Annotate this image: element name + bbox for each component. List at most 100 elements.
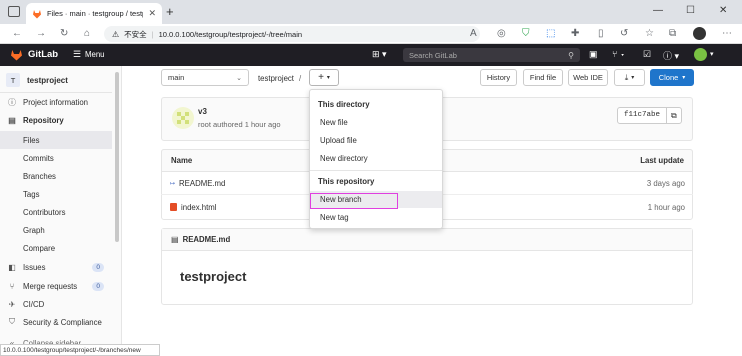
browser-tab[interactable]: Files · main · testgroup / testproj ✕: [26, 3, 162, 24]
sidebar-item-contributors[interactable]: Contributors: [0, 203, 112, 221]
new-file-menu-item[interactable]: New file: [310, 114, 442, 131]
sidebar-item-label: Security & Compliance: [23, 317, 102, 327]
commit-sha[interactable]: f11c7abe: [618, 108, 668, 123]
new-tab-icon[interactable]: +: [166, 4, 174, 19]
sidebar-item-graph[interactable]: Graph: [0, 221, 112, 239]
copy-icon[interactable]: ⧉: [667, 111, 681, 121]
menu-icon[interactable]: ☰: [73, 49, 81, 60]
sidebar-item-ci-cd[interactable]: ✈ CI/CD: [0, 295, 112, 313]
gitlab-logo-icon[interactable]: [10, 49, 23, 61]
refresh-extension-icon[interactable]: ↺: [620, 28, 628, 39]
search-input[interactable]: Search GitLab ⚲: [403, 48, 580, 62]
maximize-icon[interactable]: ☐: [686, 5, 695, 16]
chevron-down-icon: ⌄: [236, 74, 242, 82]
commit-author-avatar[interactable]: [172, 107, 194, 129]
home-icon[interactable]: ⌂: [84, 28, 90, 39]
new-directory-menu-item[interactable]: New directory: [310, 150, 442, 167]
more-icon[interactable]: ⋯: [722, 28, 732, 39]
rocket-icon: ✈: [8, 299, 16, 309]
breadcrumb-project[interactable]: testproject: [258, 74, 294, 83]
sidebar-item-label: Merge requests: [23, 281, 78, 291]
add-to-tree-button[interactable]: + ▾: [309, 69, 339, 86]
sidebar-item-label: Issues: [23, 262, 46, 272]
sidebar-item-files[interactable]: Files: [0, 131, 112, 149]
new-branch-highlight: [310, 193, 398, 209]
commit-sha-group: f11c7abe ⧉: [617, 107, 682, 124]
sidebar-item-compare[interactable]: Compare: [0, 239, 112, 257]
close-window-icon[interactable]: ✕: [719, 5, 727, 16]
file-name[interactable]: index.html: [181, 203, 217, 212]
sidebar-project-header[interactable]: T testproject: [6, 72, 68, 88]
merge-requests-icon[interactable]: ⑂ ▾: [612, 49, 625, 59]
read-aloud-icon[interactable]: A: [470, 28, 477, 39]
web-ide-button[interactable]: Web IDE: [568, 69, 608, 86]
sidebar-item-label: Graph: [23, 225, 45, 235]
new-tag-menu-item[interactable]: New tag: [310, 209, 442, 226]
menu-item-label: Upload file: [320, 136, 357, 145]
branch-name: main: [168, 73, 185, 82]
reload-icon[interactable]: ↻: [60, 28, 68, 39]
back-icon[interactable]: ←: [12, 28, 22, 39]
user-menu-chevron-icon[interactable]: ▾: [710, 50, 714, 58]
sidebar-item-issues[interactable]: ◧ Issues 0: [0, 258, 112, 276]
menu-button[interactable]: Menu: [85, 50, 105, 59]
file-icon: ▤: [171, 235, 179, 244]
tab-close-icon[interactable]: ✕: [148, 8, 156, 19]
sidebar-scrollbar[interactable]: [115, 72, 119, 242]
sidebar-item-label: CI/CD: [23, 299, 45, 309]
file-name[interactable]: README.md: [179, 179, 225, 188]
search-placeholder: Search GitLab: [409, 50, 457, 60]
profile-avatar[interactable]: [693, 27, 706, 40]
warning-icon: ⚠: [112, 29, 120, 39]
translate-icon[interactable]: ⬚: [546, 28, 555, 39]
sidebar-item-tags[interactable]: Tags: [0, 185, 112, 203]
upload-file-menu-item[interactable]: Upload file: [310, 132, 442, 149]
branch-selector[interactable]: main ⌄: [161, 69, 249, 86]
sidebar-item-label: Repository: [23, 115, 64, 125]
history-button[interactable]: History: [480, 69, 517, 86]
todo-icon[interactable]: ☑: [643, 49, 651, 60]
sidebar-item-security-compliance[interactable]: ⛉ Security & Compliance: [0, 313, 112, 331]
tab-title: Files · main · testgroup / testproj: [47, 9, 143, 18]
commit-meta: root authored 1 hour ago: [198, 120, 281, 129]
search-icon: ⚲: [568, 50, 574, 60]
chevron-down-icon: ▾: [326, 75, 330, 81]
chevron-down-icon: ▾: [631, 75, 635, 81]
sidebar-item-repository[interactable]: ▤ Repository: [0, 111, 112, 129]
merge-request-icon: ⑂: [9, 281, 15, 291]
browser-tab-bar: Files · main · testgroup / testproj ✕ + …: [0, 0, 742, 24]
download-button[interactable]: ⤓ ▾: [614, 69, 645, 86]
readme-filename[interactable]: README.md: [183, 235, 231, 244]
user-avatar[interactable]: [694, 48, 707, 61]
project-avatar: T: [6, 73, 20, 87]
puzzle-icon[interactable]: ✚: [571, 28, 579, 39]
gitlab-brand[interactable]: GitLab: [28, 49, 58, 60]
sidebar-item-commits[interactable]: Commits: [0, 149, 112, 167]
sidebar-item-label: Files: [23, 135, 40, 145]
favorites-icon[interactable]: ☆: [645, 28, 654, 39]
shield-extension-icon[interactable]: ⛉: [522, 28, 530, 39]
chevron-down-icon: ▾: [682, 75, 686, 81]
commit-title[interactable]: v3: [198, 107, 207, 116]
forward-icon[interactable]: →: [36, 28, 46, 39]
clone-button[interactable]: Clone ▾: [650, 69, 694, 86]
tab-actions-icon[interactable]: [8, 6, 20, 17]
create-new-icon[interactable]: ⊞ ▾: [372, 49, 387, 60]
sidebar-item-label: Commits: [23, 153, 54, 163]
find-file-button[interactable]: Find file: [523, 69, 563, 86]
column-name-header: Name: [171, 156, 193, 165]
readme-header: ▤ README.md: [162, 229, 692, 251]
address-bar: ← → ↻ ⌂ ⚠ 不安全 | 10.0.0.100/testgroup/tes…: [0, 24, 742, 44]
issues-icon[interactable]: ▣: [589, 49, 598, 60]
sidebar-item-branches[interactable]: Branches: [0, 167, 112, 185]
sidebar-item-merge-requests[interactable]: ⑂ Merge requests 0: [0, 277, 112, 295]
collections-icon[interactable]: ⧉: [669, 28, 676, 39]
extension-icon[interactable]: ◎: [497, 28, 506, 39]
download-icon: ⤓: [624, 72, 629, 82]
url-text: 10.0.0.100/testgroup/testproject/-/tree/…: [158, 29, 303, 39]
split-screen-icon[interactable]: ▯: [598, 28, 604, 39]
sidebar-item-project-information[interactable]: ⓘ Project information: [0, 93, 112, 111]
minimize-icon[interactable]: —: [653, 5, 663, 16]
help-icon[interactable]: ⓘ ▾: [663, 49, 679, 62]
url-field[interactable]: ⚠ 不安全 | 10.0.0.100/testgroup/testproject…: [104, 26, 480, 42]
